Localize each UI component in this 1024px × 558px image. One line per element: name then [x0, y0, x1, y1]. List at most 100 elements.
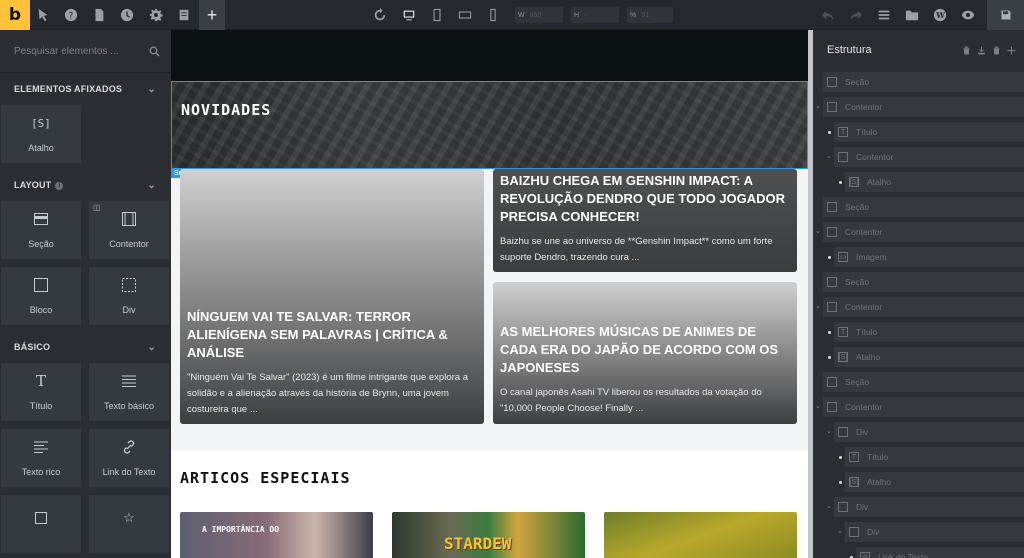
- element-div[interactable]: Div: [89, 267, 169, 325]
- category-pinned[interactable]: ELEMENTOS AFIXADOS ⌄: [0, 73, 170, 105]
- tree-toggle-icon[interactable]: ⌄: [815, 227, 821, 235]
- undo-icon[interactable]: [818, 5, 838, 25]
- tree-node-link[interactable]: ⊘ Link do Texto: [856, 547, 1024, 558]
- help-icon[interactable]: ?: [61, 5, 81, 25]
- add-element-button[interactable]: +: [199, 0, 225, 30]
- article-thumbnail[interactable]: A IMPORTÂNCIA DO: [180, 512, 373, 558]
- settings-gear-icon[interactable]: [146, 5, 166, 25]
- element-icon[interactable]: ☆: [89, 495, 169, 553]
- element-rich-text[interactable]: Texto rico: [1, 429, 81, 487]
- shortcode-icon: [S]: [838, 352, 848, 362]
- tree-node-container[interactable]: Contentor: [823, 97, 1024, 117]
- category-basic[interactable]: BÁSICO ⌄: [0, 331, 170, 363]
- tree-node-image[interactable]: ▭ Imagem: [834, 247, 1024, 267]
- post-title[interactable]: BAIZHU CHEGA EM GENSHIN IMPACT: A REVOLU…: [500, 172, 790, 226]
- site-header[interactable]: [171, 30, 808, 81]
- tree-node-shortcode[interactable]: [S] Atalho: [845, 472, 1024, 492]
- expand-icon[interactable]: [1007, 46, 1016, 55]
- special-articles-section[interactable]: ARTICOS ESPECIAIS A IMPORTÂNCIA DO STARD…: [171, 450, 808, 558]
- post-card[interactable]: NÍNGUEM VAI TE SALVAR: TERROR ALIENÍGENA…: [180, 169, 484, 424]
- post-card[interactable]: AS MELHORES MÚSICAS DE ANIMES DE CADA ER…: [493, 282, 797, 424]
- hero-section[interactable]: NOVIDADES: [171, 81, 808, 169]
- templates-icon[interactable]: [174, 5, 194, 25]
- post-title[interactable]: AS MELHORES MÚSICAS DE ANIMES DE CADA ER…: [500, 323, 790, 377]
- post-card[interactable]: BAIZHU CHEGA EM GENSHIN IMPACT: A REVOLU…: [493, 169, 797, 272]
- tree-node-section[interactable]: Seção: [823, 272, 1024, 292]
- builder-canvas[interactable]: NOVIDADES Seção NÍNGUEM VAI TE SALVAR: T…: [171, 30, 808, 558]
- element-block[interactable]: Bloco: [1, 267, 81, 325]
- structure-title: Estrutura: [827, 44, 872, 56]
- category-title: ELEMENTOS AFIXADOS: [14, 84, 123, 94]
- hero-title[interactable]: NOVIDADES: [181, 101, 271, 119]
- tree-dot-icon: [828, 131, 831, 134]
- search-input[interactable]: Pesquisar elementos ...: [14, 46, 119, 57]
- tree-node-shortcode[interactable]: [S] Atalho: [834, 347, 1024, 367]
- cursor-icon[interactable]: [33, 5, 53, 25]
- device-mobile-icon[interactable]: [483, 5, 503, 25]
- refresh-icon[interactable]: [370, 5, 390, 25]
- trash-icon[interactable]: [992, 46, 1001, 55]
- tree-node-section[interactable]: Seção: [823, 372, 1024, 392]
- specials-title[interactable]: ARTICOS ESPECIAIS: [180, 469, 351, 487]
- element-text-link[interactable]: Link do Texto: [89, 429, 169, 487]
- zoom-field[interactable]: % 91: [627, 7, 673, 23]
- article-thumbnail[interactable]: STARDEW: [392, 512, 585, 558]
- tree-node-container[interactable]: Contentor: [823, 397, 1024, 417]
- element-label: Contentor: [109, 239, 149, 249]
- element-container[interactable]: ◫ Contentor: [89, 201, 169, 259]
- download-icon[interactable]: [977, 46, 986, 55]
- height-field[interactable]: H-: [571, 7, 619, 23]
- element-shortcode[interactable]: [S] Atalho: [1, 105, 81, 163]
- tree-node-div[interactable]: Div: [834, 497, 1024, 517]
- preview-eye-icon[interactable]: [958, 5, 978, 25]
- structure-list-icon[interactable]: [874, 5, 894, 25]
- category-title: BÁSICO: [14, 342, 51, 352]
- wordpress-icon[interactable]: W: [930, 5, 950, 25]
- tree-toggle-icon[interactable]: ⌄: [815, 302, 821, 310]
- tree-toggle-icon[interactable]: ⌄: [815, 402, 821, 410]
- clear-icon[interactable]: [962, 46, 971, 55]
- tree-node-container[interactable]: Contentor: [823, 222, 1024, 242]
- element-heading[interactable]: T Título: [1, 363, 81, 421]
- category-layout[interactable]: LAYOUT i ⌄: [0, 169, 170, 201]
- search-elements[interactable]: Pesquisar elementos ...: [0, 30, 170, 73]
- device-desktop-icon[interactable]: [399, 5, 419, 25]
- save-disk-icon: [1001, 10, 1010, 20]
- element-section[interactable]: Seção: [1, 201, 81, 259]
- redo-icon[interactable]: [846, 5, 866, 25]
- article-thumbnail[interactable]: [604, 512, 797, 558]
- tree-node-container[interactable]: Contentor: [834, 147, 1024, 167]
- width-field[interactable]: W 850: [515, 7, 563, 23]
- tree-node-section[interactable]: Seção: [823, 72, 1024, 92]
- folder-icon[interactable]: [902, 5, 922, 25]
- element-basic-text[interactable]: Texto básico: [89, 363, 169, 421]
- structure-panel: Estrutura Seção ⌄ Contentor T Título ⌄ Content…: [813, 30, 1024, 558]
- tree-node-container[interactable]: Contentor: [823, 297, 1024, 317]
- height-value: -: [584, 11, 587, 19]
- tree-node-section[interactable]: Seção: [823, 197, 1024, 217]
- history-icon[interactable]: [117, 5, 137, 25]
- tree-node-div[interactable]: Div: [845, 522, 1024, 542]
- tree-toggle-icon[interactable]: ⌄: [826, 427, 832, 435]
- tree-node-div[interactable]: Div: [834, 422, 1024, 442]
- shortcode-icon: [S]: [849, 177, 859, 187]
- device-tablet-landscape-icon[interactable]: [455, 5, 475, 25]
- tree-toggle-icon[interactable]: ⌄: [826, 502, 832, 510]
- pages-icon[interactable]: [89, 5, 109, 25]
- shortcode-icon: [S]: [849, 477, 859, 487]
- builder-logo[interactable]: b: [0, 0, 30, 30]
- tree-node-label: Seção: [845, 202, 870, 212]
- element-label: Texto rico: [21, 467, 61, 477]
- post-title[interactable]: NÍNGUEM VAI TE SALVAR: TERROR ALIENÍGENA…: [187, 308, 477, 362]
- tree-node-heading[interactable]: T Título: [845, 447, 1024, 467]
- tree-node-heading[interactable]: T Título: [834, 322, 1024, 342]
- tree-node-heading[interactable]: T Título: [834, 122, 1024, 142]
- tree-toggle-icon[interactable]: ⌄: [837, 527, 843, 535]
- tree-node-shortcode[interactable]: [S] Atalho: [845, 172, 1024, 192]
- tree-node-label: Título: [867, 452, 889, 462]
- save-button[interactable]: [987, 0, 1024, 30]
- tree-toggle-icon[interactable]: ⌄: [826, 152, 832, 160]
- element-button[interactable]: [1, 495, 81, 553]
- tree-toggle-icon[interactable]: ⌄: [815, 102, 821, 110]
- device-tablet-portrait-icon[interactable]: [427, 5, 447, 25]
